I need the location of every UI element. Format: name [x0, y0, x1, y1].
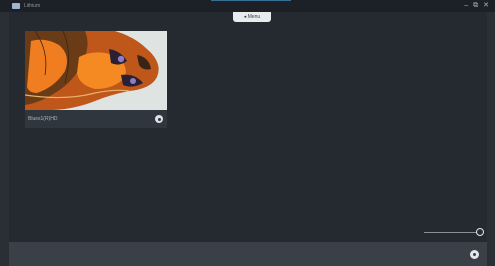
- library-card[interactable]: Blues1(R)HD: [25, 31, 167, 128]
- card-footer: Blues1(R)HD: [25, 110, 167, 128]
- app-icon: [12, 3, 20, 9]
- maximize-button[interactable]: ⧉: [473, 0, 478, 12]
- bottom-bar: [9, 242, 487, 266]
- window-controls: – ⧉ ✕: [464, 0, 489, 12]
- zoom-slider-track[interactable]: [424, 232, 480, 233]
- settings-button[interactable]: [468, 248, 481, 261]
- top-accent-line: [211, 0, 291, 1]
- butterfly-wing-image: [25, 31, 167, 110]
- settings-icon: [470, 250, 479, 259]
- back-label: ◂ Menu: [243, 14, 261, 20]
- window-title: Lithium: [24, 3, 41, 9]
- main-panel: Blues1(R)HD Width, Absolute, Profile: [9, 12, 487, 247]
- title-bar: Lithium – ⧉ ✕: [0, 0, 495, 12]
- thumbnail-image[interactable]: [25, 31, 167, 110]
- close-button[interactable]: ✕: [483, 0, 489, 12]
- minimize-button[interactable]: –: [464, 0, 468, 12]
- card-title: Blues1(R)HD: [28, 116, 58, 122]
- card-settings-icon[interactable]: [155, 115, 163, 123]
- zoom-slider-handle[interactable]: [476, 228, 484, 236]
- back-button[interactable]: ◂ Menu: [233, 12, 271, 22]
